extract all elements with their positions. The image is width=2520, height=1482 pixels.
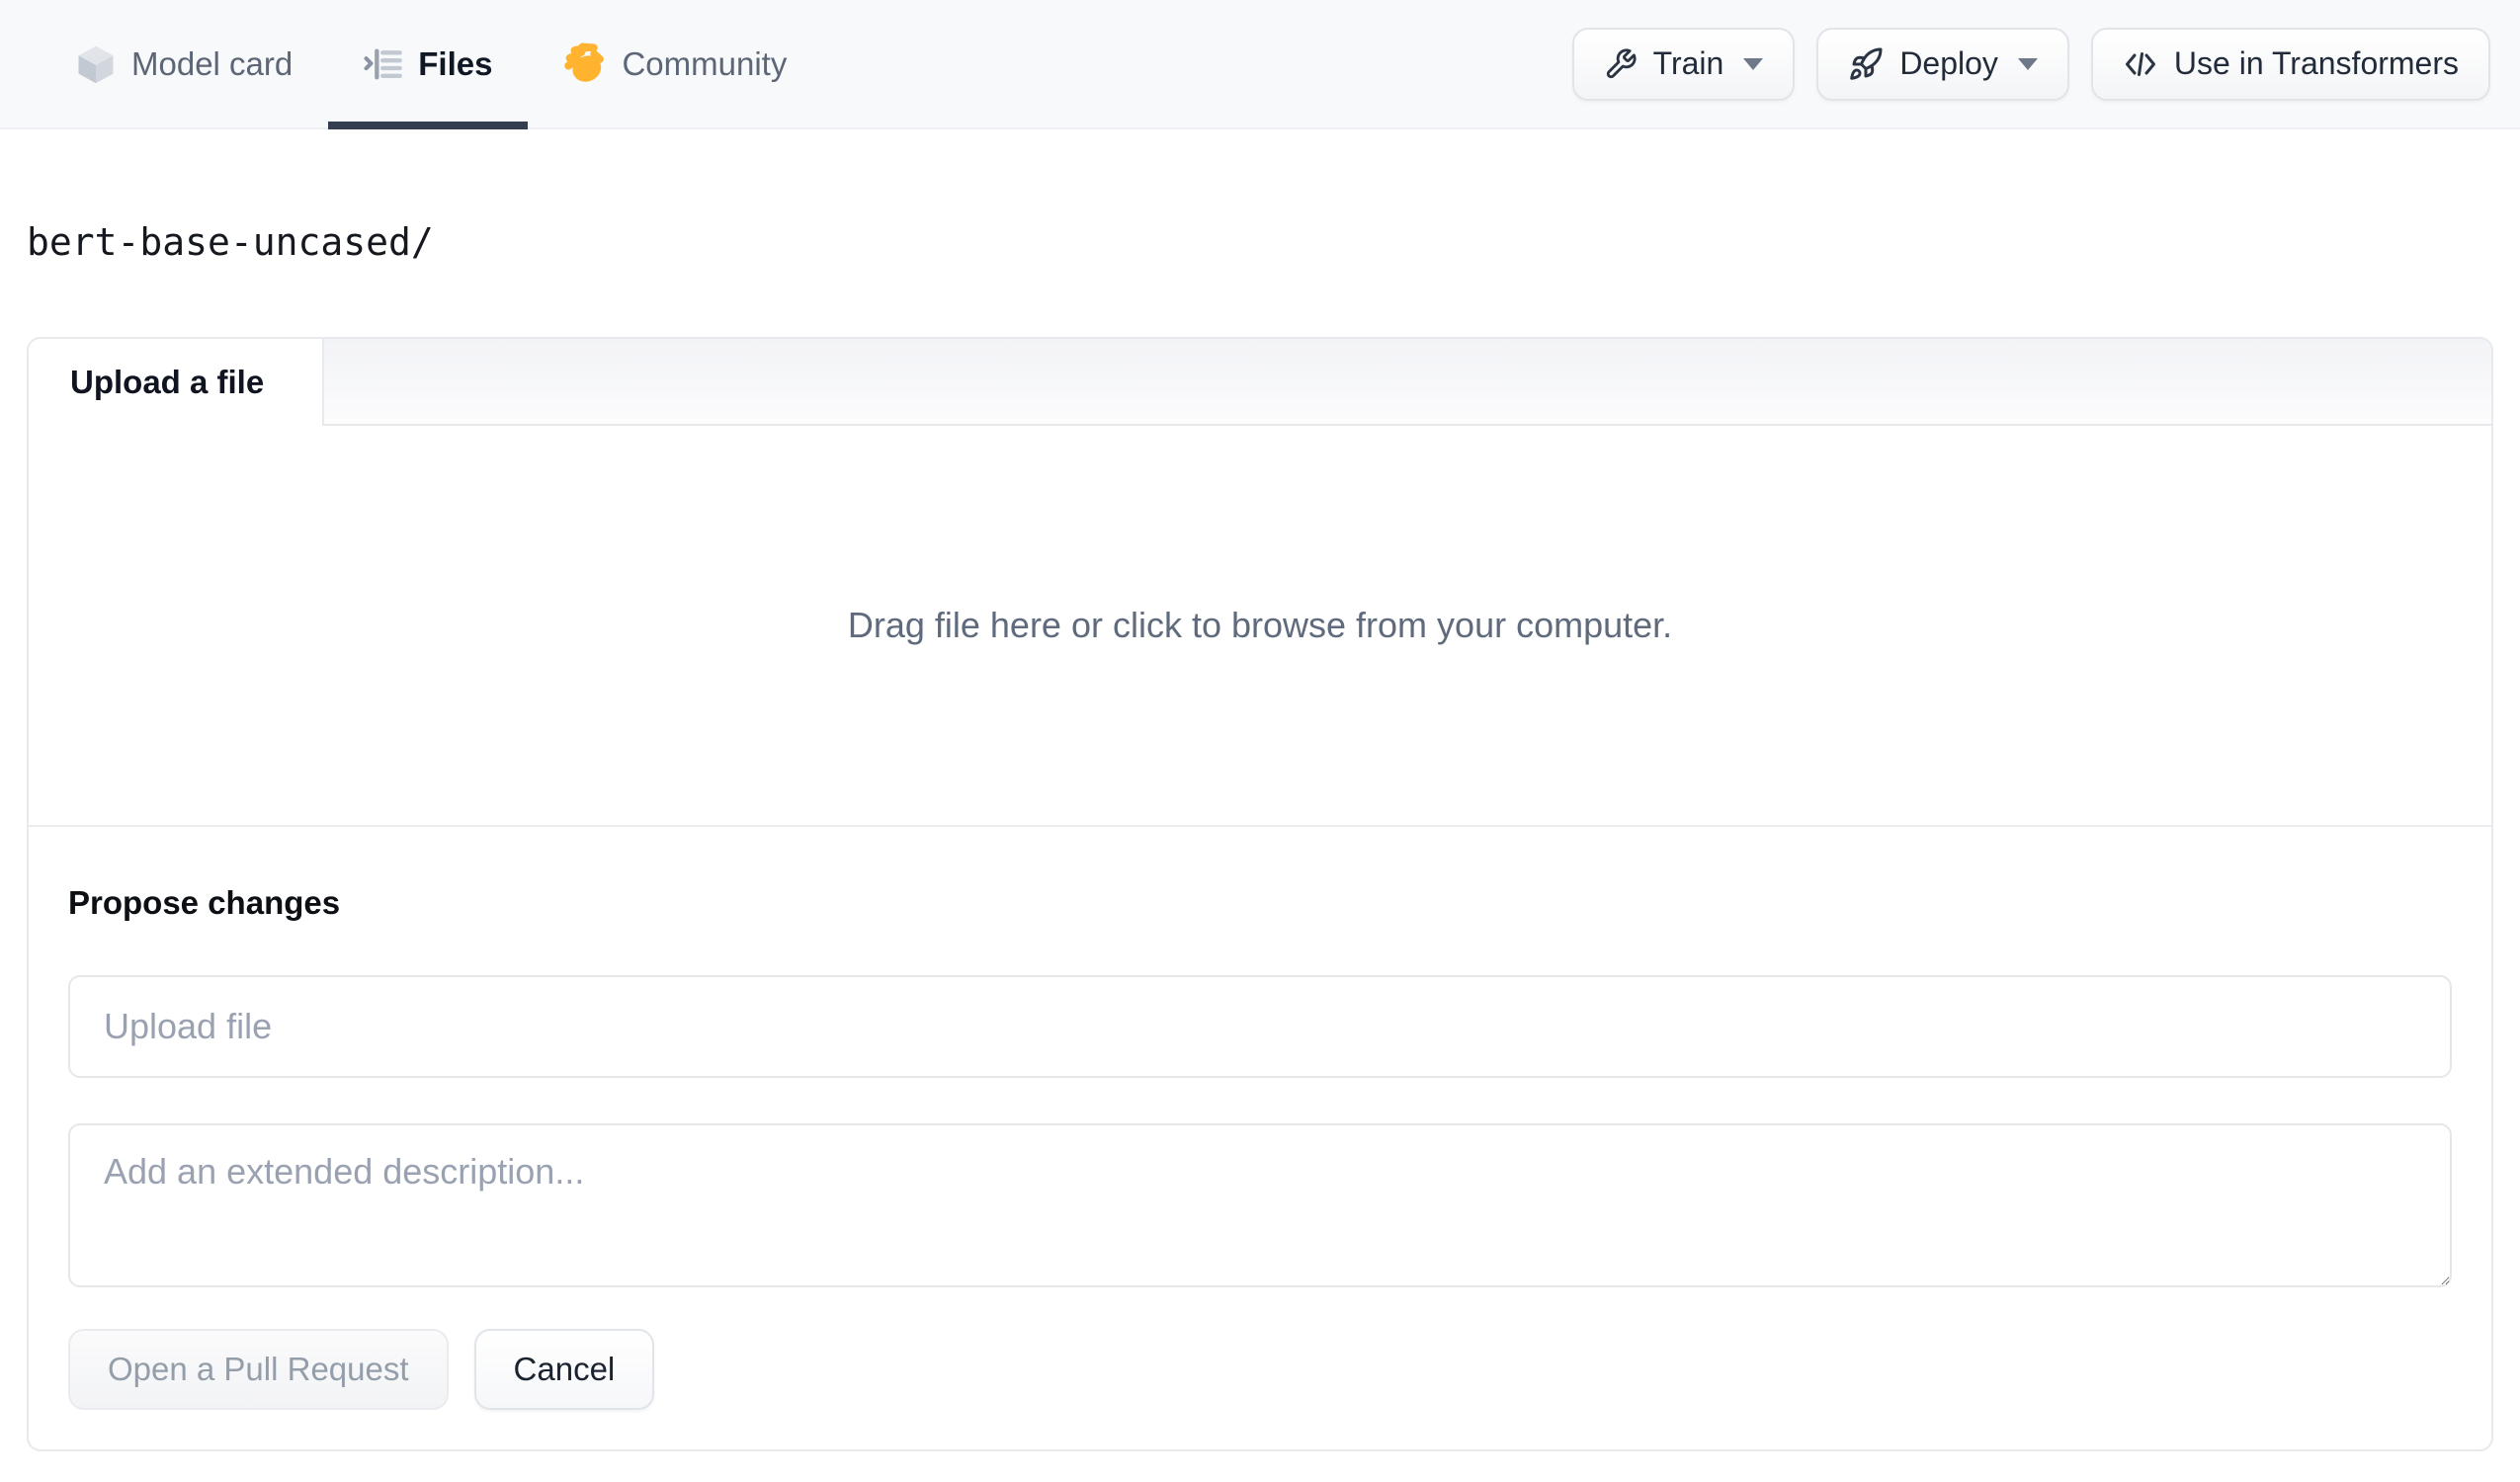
- upload-card-tab-bar: Upload a file: [29, 339, 2491, 426]
- main-content: bert-base-uncased/ Upload a file Drag fi…: [0, 220, 2520, 1451]
- file-dropzone[interactable]: Drag file here or click to browse from y…: [29, 426, 2491, 825]
- extended-description-textarea[interactable]: [68, 1123, 2452, 1287]
- code-icon: [2123, 46, 2158, 82]
- repo-tab-bar: Model card Files Community: [40, 0, 822, 129]
- use-in-transformers-label: Use in Transformers: [2173, 45, 2459, 81]
- tab-label: Model card: [131, 44, 294, 82]
- deploy-button[interactable]: Deploy: [1816, 27, 2069, 101]
- rocket-icon: [1848, 46, 1884, 82]
- tab-label: Files: [418, 44, 493, 82]
- breadcrumb[interactable]: bert-base-uncased/: [27, 220, 2493, 264]
- open-pull-request-button[interactable]: Open a Pull Request: [68, 1329, 449, 1410]
- tab-community[interactable]: Community: [528, 0, 822, 127]
- train-button-label: Train: [1652, 45, 1724, 81]
- commit-title-input[interactable]: [68, 975, 2452, 1078]
- repo-action-buttons: Train Deploy Use in Transformers: [1571, 0, 2490, 127]
- tab-model-card[interactable]: Model card: [40, 0, 328, 127]
- propose-changes-heading: Propose changes: [68, 884, 341, 921]
- cube-icon: [75, 43, 117, 85]
- train-button[interactable]: Train: [1571, 27, 1796, 101]
- chevron-down-icon: [1743, 57, 1764, 70]
- footer-actions: Open a Pull Request Cancel: [68, 1329, 2452, 1410]
- use-in-transformers-button[interactable]: Use in Transformers: [2090, 27, 2490, 101]
- deploy-button-label: Deploy: [1899, 45, 1998, 81]
- upload-file-card: Upload a file Drag file here or click to…: [27, 337, 2493, 1451]
- waving-hand-icon: [563, 41, 607, 86]
- tab-files[interactable]: Files: [328, 0, 529, 129]
- file-versions-icon: [364, 44, 403, 84]
- propose-changes-section: Propose changes Open a Pull Request Canc…: [29, 825, 2491, 1449]
- tab-bar-filler: [322, 339, 2491, 426]
- tab-upload-a-file[interactable]: Upload a file: [29, 339, 322, 426]
- dropzone-hint-text: Drag file here or click to browse from y…: [847, 605, 1673, 645]
- cancel-button[interactable]: Cancel: [473, 1329, 655, 1410]
- wrench-icon: [1604, 47, 1638, 81]
- chevron-down-icon: [2017, 57, 2038, 70]
- tab-label: Community: [622, 44, 788, 82]
- repo-header: Model card Files Community Train Deploy …: [0, 0, 2520, 129]
